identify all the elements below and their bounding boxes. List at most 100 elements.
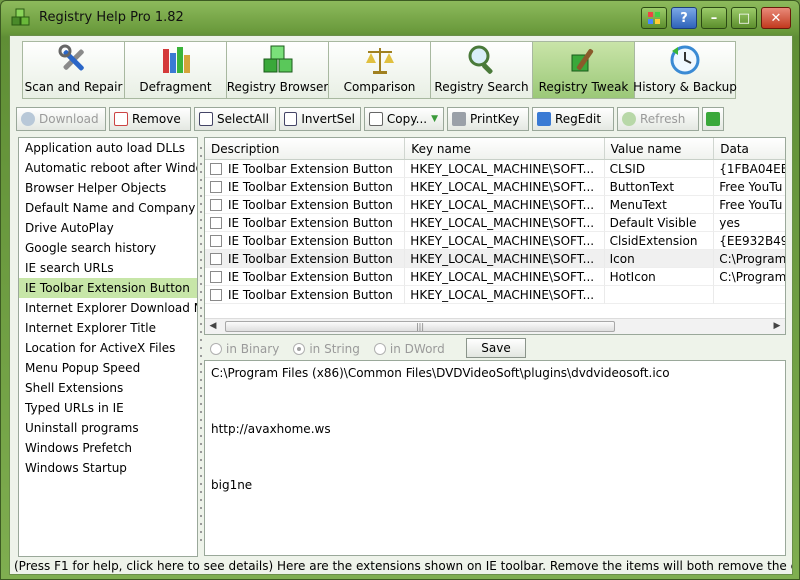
list-item[interactable]: Typed URLs in IE — [19, 398, 197, 418]
title-bar[interactable]: Registry Help Pro 1.82 ? – □ ✕ — [1, 1, 799, 35]
table-cell: HKEY_LOCAL_MACHINE\SOFT... — [405, 250, 605, 268]
help-icon[interactable]: ? — [671, 7, 697, 29]
tab-defragment[interactable]: Defragment — [124, 41, 226, 99]
column-header-value-name[interactable]: Value name — [605, 138, 715, 159]
status-bar[interactable]: (Press F1 for help, click here to see de… — [10, 558, 792, 574]
list-item[interactable]: Default Name and Company Info — [19, 198, 197, 218]
splitter-grip-dot — [200, 443, 202, 445]
list-item[interactable]: Menu Popup Speed — [19, 358, 197, 378]
minimize-icon[interactable]: – — [701, 7, 727, 29]
invert-selection-button[interactable]: InvertSel — [279, 107, 361, 131]
table-row[interactable]: IE Toolbar Extension Button HKEY_LOCAL_MA… — [205, 196, 785, 214]
horizontal-scrollbar[interactable]: ◀ ||| ▶ — [205, 318, 785, 334]
tab-registry-search[interactable]: Registry Search — [430, 41, 532, 99]
row-checkbox[interactable] — [210, 181, 222, 193]
list-item[interactable]: Internet Explorer Download Now — [19, 298, 197, 318]
tab-registry-browser[interactable]: Registry Browser — [226, 41, 328, 99]
row-checkbox[interactable] — [210, 253, 222, 265]
close-icon[interactable]: ✕ — [761, 7, 791, 29]
splitter-grip-dot — [200, 435, 202, 437]
list-item[interactable]: Application auto load DLLs — [19, 138, 197, 158]
table-row[interactable]: IE Toolbar Extension Button HKEY_LOCAL_MA… — [205, 286, 785, 304]
row-checkbox[interactable] — [210, 163, 222, 175]
list-item[interactable]: IE search URLs — [19, 258, 197, 278]
download-button[interactable]: Download — [16, 107, 106, 131]
splitter-grip-dot — [200, 283, 202, 285]
cell-text: HKEY_LOCAL_MACHINE\SOFT... — [410, 216, 595, 230]
column-header-key-name[interactable]: Key name — [405, 138, 605, 159]
magnifier-icon — [468, 45, 493, 74]
list-item[interactable]: Drive AutoPlay — [19, 218, 197, 238]
tab-history-backup[interactable]: History & Backup — [633, 41, 737, 99]
table-row[interactable]: IE Toolbar Extension Button HKEY_LOCAL_MA… — [205, 250, 785, 268]
list-item[interactable]: Windows Startup — [19, 458, 197, 478]
list-item[interactable]: Location for ActiveX Files — [19, 338, 197, 358]
regedit-button[interactable]: RegEdit — [532, 107, 614, 131]
print-key-button[interactable]: PrintKey — [447, 107, 529, 131]
row-checkbox[interactable] — [210, 199, 222, 211]
radio-in-string[interactable]: in String — [293, 342, 360, 356]
tab-registry-tweak[interactable]: Registry Tweak — [532, 41, 634, 99]
cell-text: HKEY_LOCAL_MACHINE\SOFT... — [410, 288, 595, 302]
scales-icon — [365, 48, 394, 74]
refresh-button[interactable]: Refresh — [617, 107, 699, 131]
tab-comparison[interactable]: Comparison — [328, 41, 430, 99]
value-text-line: http://avaxhome.ws — [211, 422, 331, 436]
splitter-grip-dot — [200, 275, 202, 277]
save-button[interactable]: Save — [466, 338, 526, 358]
column-header-data[interactable]: Data — [714, 138, 785, 159]
splitter-grip-dot — [200, 219, 202, 221]
scroll-right-icon[interactable]: ▶ — [769, 319, 785, 334]
splitter-grip-dot — [200, 291, 202, 293]
table-cell: HKEY_LOCAL_MACHINE\SOFT... — [405, 160, 605, 178]
registry-values-table: Description Key name Value name Data IE … — [204, 137, 786, 335]
list-item[interactable]: Internet Explorer Title — [19, 318, 197, 338]
radio-in-dword[interactable]: in DWord — [373, 342, 445, 356]
table-cell: {EE932B49 — [714, 232, 785, 250]
list-item[interactable]: Browser Helper Objects — [19, 178, 197, 198]
list-item[interactable]: Windows Prefetch — [19, 438, 197, 458]
tab-scan-and-repair[interactable]: Scan and Repair — [22, 41, 124, 99]
scrollbar-thumb[interactable]: ||| — [225, 321, 615, 332]
column-header-description[interactable]: Description — [205, 138, 406, 159]
select-all-button[interactable]: SelectAll — [194, 107, 276, 131]
splitter-grip-dot — [200, 515, 202, 517]
table-row[interactable]: IE Toolbar Extension Button HKEY_LOCAL_MA… — [205, 268, 785, 286]
table-cell: C:\Program — [714, 268, 785, 286]
table-row[interactable]: IE Toolbar Extension Button HKEY_LOCAL_MA… — [205, 214, 785, 232]
table-cell: C:\Program — [714, 250, 785, 268]
table-cell: Free YouTu — [714, 178, 785, 196]
radio-icon — [373, 343, 386, 355]
table-cell: {1FBA04EE — [714, 160, 785, 178]
list-item[interactable]: Uninstall programs — [19, 418, 197, 438]
row-checkbox[interactable] — [210, 271, 222, 283]
list-item[interactable]: Shell Extensions — [19, 378, 197, 398]
row-checkbox[interactable] — [210, 217, 222, 229]
scroll-left-icon[interactable]: ◀ — [205, 319, 221, 334]
splitter-grip-dot — [200, 491, 202, 493]
exit-button[interactable] — [702, 107, 724, 131]
list-item[interactable]: Automatic reboot after Windows crash — [19, 158, 197, 178]
table-cell: HKEY_LOCAL_MACHINE\SOFT... — [405, 196, 605, 214]
splitter-grip-dot — [200, 347, 202, 349]
splitter-grip-dot — [200, 331, 202, 333]
table-cell: IE Toolbar Extension Button — [205, 178, 406, 196]
copy-dropdown-button[interactable]: Copy... ▼ — [364, 107, 444, 131]
list-item[interactable]: Google search history — [19, 238, 197, 258]
list-item[interactable]: IE Toolbar Extension Button — [19, 278, 197, 298]
table-row[interactable]: IE Toolbar Extension Button HKEY_LOCAL_MA… — [205, 160, 785, 178]
tools-icon — [58, 44, 84, 71]
row-checkbox[interactable] — [210, 289, 222, 301]
remove-button[interactable]: Remove — [109, 107, 191, 131]
maximize-icon[interactable]: □ — [731, 7, 757, 29]
table-body: IE Toolbar Extension Button HKEY_LOCAL_MA… — [205, 160, 785, 304]
radio-in-binary[interactable]: in Binary — [210, 342, 279, 356]
table-row[interactable]: IE Toolbar Extension Button HKEY_LOCAL_MA… — [205, 178, 785, 196]
splitter-grip-dot — [200, 203, 202, 205]
row-checkbox[interactable] — [210, 235, 222, 247]
value-data-editor[interactable]: C:\Program Files (x86)\Common Files\DVDV… — [204, 360, 786, 556]
skin-icon[interactable] — [641, 7, 667, 29]
tweak-category-list[interactable]: Application auto load DLLs Automatic rebo… — [18, 137, 198, 557]
splitter-grip-dot — [200, 307, 202, 309]
table-row[interactable]: IE Toolbar Extension Button HKEY_LOCAL_MA… — [205, 232, 785, 250]
